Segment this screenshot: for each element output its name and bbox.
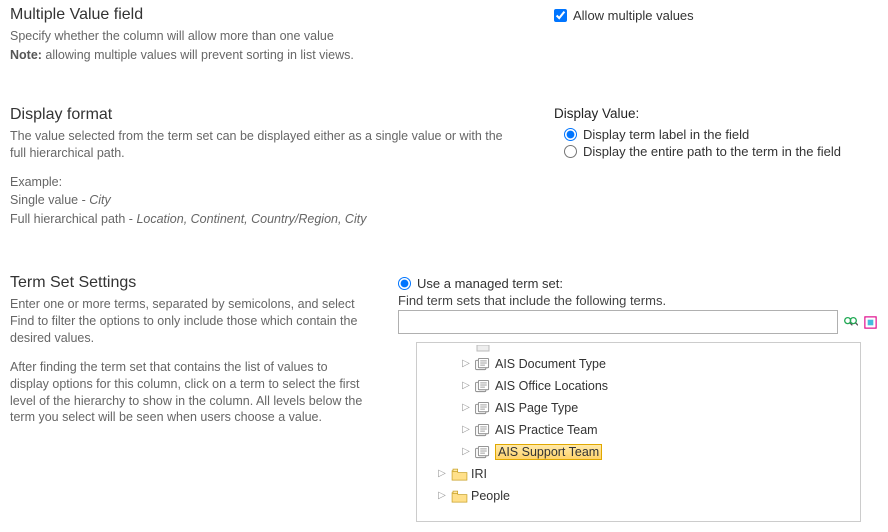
expand-arrow-icon[interactable]: ▷: [437, 469, 447, 479]
example-full-prefix: Full hierarchical path -: [10, 212, 136, 226]
tree-item-label[interactable]: AIS Page Type: [495, 401, 578, 415]
tree-row[interactable]: ▷ AIS Page Type: [419, 397, 858, 419]
termset-icon: [475, 402, 491, 415]
folder-icon: [451, 468, 467, 481]
termset-icon: [475, 358, 491, 371]
tree-row[interactable]: ▷ AIS Document Type: [419, 353, 858, 375]
desc-display-format-1: The value selected from the term set can…: [10, 128, 520, 162]
heading-display-format: Display format: [10, 106, 520, 124]
reset-icon[interactable]: [862, 314, 878, 330]
tree-row[interactable]: ▷ AIS Support Team: [419, 441, 858, 463]
desc-termset-2: After finding the term set that contains…: [10, 359, 364, 427]
tree-row[interactable]: ▷ AIS Practice Team: [419, 419, 858, 441]
section-left: Display format The value selected from t…: [10, 106, 550, 230]
expand-arrow-icon[interactable]: ▷: [437, 491, 447, 501]
heading-multiple-value: Multiple Value field: [10, 6, 520, 24]
tree-row[interactable]: ▷ IRI: [419, 463, 858, 485]
example-label: Example:: [10, 174, 520, 191]
termset-icon: [475, 424, 491, 437]
display-radio-path-row[interactable]: Display the entire path to the term in t…: [564, 144, 878, 159]
example-single-prefix: Single value -: [10, 193, 89, 207]
termset-icon: [475, 380, 491, 393]
section-multiple-value: Multiple Value field Specify whether the…: [0, 0, 888, 76]
heading-termset-settings: Term Set Settings: [10, 274, 364, 292]
example-single-value: City: [89, 193, 111, 207]
termset-tree[interactable]: ▷AIS Document Type▷AIS Office Locations▷…: [416, 342, 861, 522]
display-radio-path[interactable]: [564, 145, 577, 158]
termset-search-input[interactable]: [398, 310, 838, 334]
note-rest: allowing multiple values will prevent so…: [42, 48, 354, 62]
allow-multiple-checkbox[interactable]: [554, 9, 567, 22]
display-radio-label-row[interactable]: Display term label in the field: [564, 127, 878, 142]
section-left: Multiple Value field Specify whether the…: [10, 6, 550, 66]
tree-item-label[interactable]: People: [471, 489, 510, 503]
use-managed-termset-row[interactable]: Use a managed term set:: [398, 276, 878, 291]
tree-item-label[interactable]: AIS Support Team: [495, 444, 602, 460]
section-right: Allow multiple values: [550, 6, 878, 66]
desc-multiple-value-2: Note: allowing multiple values will prev…: [10, 47, 520, 64]
use-managed-termset-radio[interactable]: [398, 277, 411, 290]
expand-arrow-icon[interactable]: ▷: [461, 403, 471, 413]
display-radio-path-text: Display the entire path to the term in t…: [583, 144, 841, 159]
tree-item-label[interactable]: AIS Document Type: [495, 357, 606, 371]
use-managed-termset-label: Use a managed term set:: [417, 276, 563, 291]
tree-item-label[interactable]: AIS Practice Team: [495, 423, 598, 437]
example-single: Single value - City: [10, 192, 520, 209]
display-radio-label[interactable]: [564, 128, 577, 141]
tree-row[interactable]: ▷ AIS Office Locations: [419, 375, 858, 397]
allow-multiple-row[interactable]: Allow multiple values: [554, 8, 878, 23]
display-radio-label-text: Display term label in the field: [583, 127, 749, 142]
section-right: Use a managed term set: Find term sets t…: [394, 274, 878, 522]
display-value-heading: Display Value:: [554, 106, 878, 121]
find-icon[interactable]: [842, 314, 858, 330]
termset-search-row: [398, 310, 878, 334]
section-right: Display Value: Display term label in the…: [550, 106, 878, 230]
example-full-value: Location, Continent, Country/Region, Cit…: [136, 212, 366, 226]
section-left: Term Set Settings Enter one or more term…: [10, 274, 394, 522]
tree-row-partial: [419, 343, 858, 353]
termset-icon: [475, 446, 491, 459]
expand-arrow-icon[interactable]: ▷: [461, 381, 471, 391]
section-display-format: Display format The value selected from t…: [0, 100, 888, 240]
find-termsets-hint: Find term sets that include the followin…: [398, 293, 878, 308]
tree-item-label[interactable]: AIS Office Locations: [495, 379, 608, 393]
tree-row[interactable]: ▷ People: [419, 485, 858, 507]
desc-multiple-value-1: Specify whether the column will allow mo…: [10, 28, 520, 45]
section-termset-settings: Term Set Settings Enter one or more term…: [0, 268, 888, 532]
folder-icon: [451, 490, 467, 503]
tree-item-label[interactable]: IRI: [471, 467, 487, 481]
example-full: Full hierarchical path - Location, Conti…: [10, 211, 520, 228]
desc-termset-1: Enter one or more terms, separated by se…: [10, 296, 364, 347]
expand-arrow-icon[interactable]: ▷: [461, 447, 471, 457]
note-prefix: Note:: [10, 48, 42, 62]
expand-arrow-icon[interactable]: ▷: [461, 425, 471, 435]
allow-multiple-label: Allow multiple values: [573, 8, 694, 23]
expand-arrow-icon[interactable]: ▷: [461, 359, 471, 369]
